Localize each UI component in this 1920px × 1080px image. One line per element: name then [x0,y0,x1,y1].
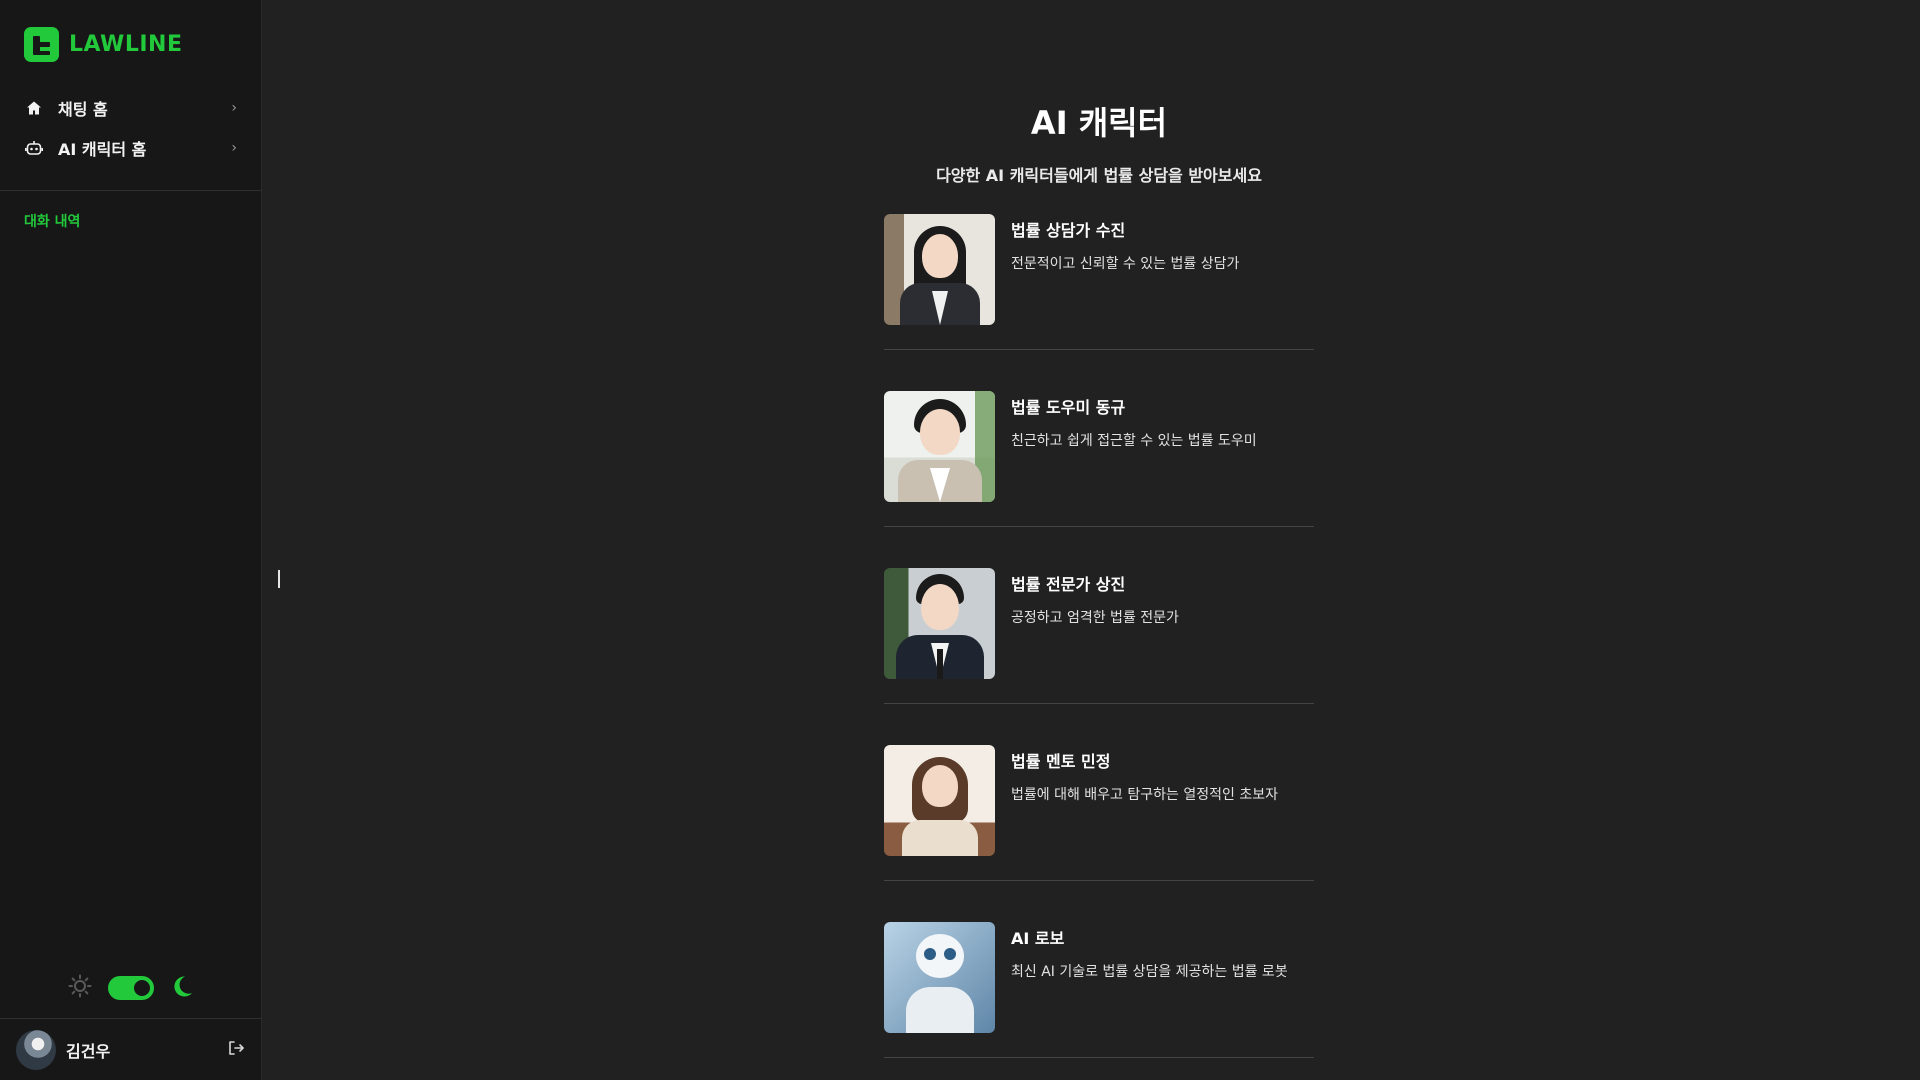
moon-icon[interactable] [170,974,194,1002]
home-icon [24,98,44,118]
main-content: AI 캐릭터 다양한 AI 캐릭터들에게 법률 상담을 받아보세요 법률 상담가… [262,0,1920,1080]
lawline-logo-icon [24,26,59,62]
sun-icon[interactable] [68,974,92,1002]
chat-history-label[interactable]: 대화 내역 [24,211,237,231]
character-avatar [884,568,995,679]
theme-toggle[interactable] [107,976,154,1000]
logout-icon[interactable] [227,1039,245,1061]
sidebar: LAWLINE 채팅 홈 › AI 캐릭터 홈 › 대화 내역 김건우 [0,0,262,1080]
character-avatar [884,745,995,856]
user-bar: 김건우 [0,1018,261,1080]
theme-switcher [0,974,261,1002]
brand[interactable]: LAWLINE [0,0,261,88]
character-page: AI 캐릭터 다양한 AI 캐릭터들에게 법률 상담을 받아보세요 법률 상담가… [884,98,1314,1058]
character-avatar [884,922,995,1033]
character-name: 법률 멘토 민정 [1011,752,1111,771]
brand-name: LAWLINE [69,31,183,57]
character-name: 법률 전문가 상진 [1011,575,1126,594]
character-name: 법률 도우미 동규 [1011,398,1126,417]
character-description: 최신 AI 기술로 법률 상담을 제공하는 법률 로봇 [1011,964,1288,980]
character-card-sujin[interactable]: 법률 상담가 수진 전문적이고 신뢰할 수 있는 법률 상담가 [884,214,1314,350]
character-card-minjeong[interactable]: 법률 멘토 민정 법률에 대해 배우고 탐구하는 열정적인 초보자 [884,704,1314,881]
page-title: AI 캐릭터 [1030,104,1168,142]
sidebar-item-chat-home[interactable]: 채팅 홈 › [24,88,237,128]
character-description: 친근하고 쉽게 접근할 수 있는 법률 도우미 [1011,433,1257,449]
sidebar-nav: 채팅 홈 › AI 캐릭터 홈 › [0,88,261,168]
character-card-donggyu[interactable]: 법률 도우미 동규 친근하고 쉽게 접근할 수 있는 법률 도우미 [884,350,1314,527]
sidebar-item-label: 채팅 홈 [58,100,108,119]
user-name: 김건우 [66,1041,111,1061]
toggle-knob [133,980,150,996]
character-avatar [884,391,995,502]
sidebar-item-ai-character-home[interactable]: AI 캐릭터 홈 › [24,128,237,168]
app-root: LAWLINE 채팅 홈 › AI 캐릭터 홈 › 대화 내역 김건우 AI 캐… [0,0,1920,1080]
character-avatar [884,214,995,325]
character-description: 공정하고 엄격한 법률 전문가 [1011,610,1179,626]
character-description: 전문적이고 신뢰할 수 있는 법률 상담가 [1011,256,1240,272]
sidebar-divider [0,190,261,191]
character-name: 법률 상담가 수진 [1011,221,1126,240]
character-card-ai-robo[interactable]: AI 로보 최신 AI 기술로 법률 상담을 제공하는 법률 로봇 [884,881,1314,1058]
sidebar-item-label: AI 캐릭터 홈 [58,140,147,159]
character-card-sangjin[interactable]: 법률 전문가 상진 공정하고 엄격한 법률 전문가 [884,527,1314,704]
chevron-right-icon: › [231,140,237,156]
robot-icon [24,138,44,158]
character-description: 법률에 대해 배우고 탐구하는 열정적인 초보자 [1011,787,1278,803]
page-subtitle: 다양한 AI 캐릭터들에게 법률 상담을 받아보세요 [936,166,1262,185]
sidebar-resize-handle[interactable] [278,570,280,588]
chevron-right-icon: › [231,100,237,116]
avatar[interactable] [16,1029,56,1070]
character-name: AI 로보 [1011,929,1065,948]
character-list: 법률 상담가 수진 전문적이고 신뢰할 수 있는 법률 상담가 법률 도우미 동… [884,214,1314,1058]
